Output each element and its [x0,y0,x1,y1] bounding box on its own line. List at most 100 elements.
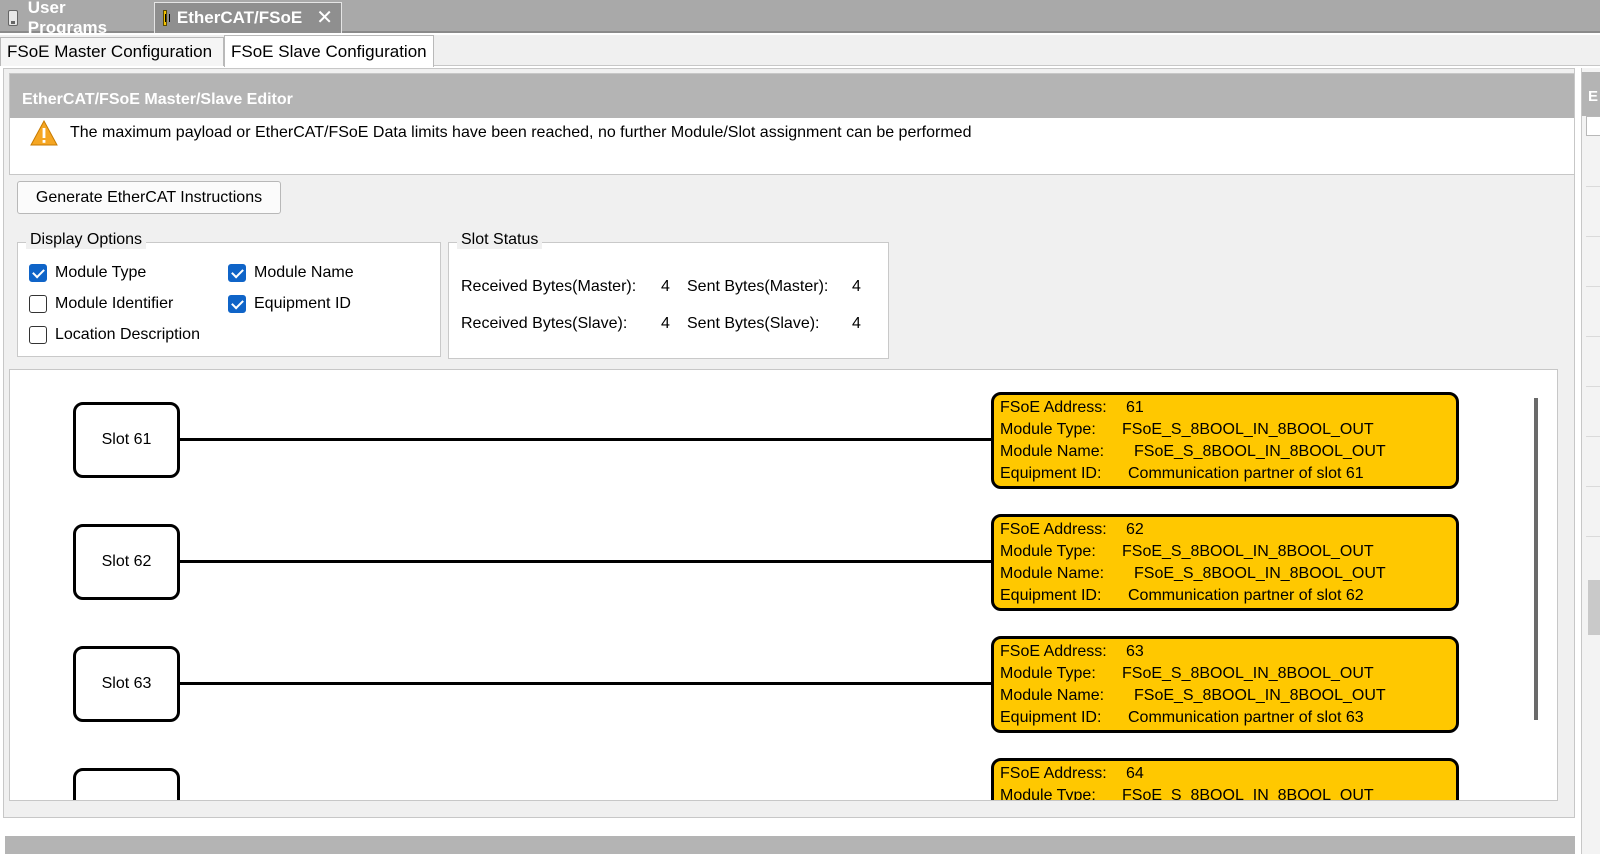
address-label: FSoE Address: [1000,399,1107,416]
checkbox-label: Equipment ID [254,295,351,312]
received-bytes-slave-label: Received Bytes(Slave): [461,315,628,332]
module-type-row: Module Type: FSoE_S_8BOOL_IN_8BOOL_OUT [1000,541,1450,563]
name-label: Module Name: [1000,687,1105,704]
checkbox-label: Location Description [55,326,200,343]
module-address-row: FSoE Address: 64 [1000,763,1450,785]
connection-line [180,682,992,685]
tab-label: EtherCAT/FSoE [176,8,303,27]
divider [1586,186,1600,187]
name-value: FSoE_S_8BOOL_IN_8BOOL_OUT [1134,687,1386,704]
type-value: FSoE_S_8BOOL_IN_8BOOL_OUT [1122,543,1374,560]
slot-box[interactable]: Slot 62 [73,524,180,600]
equipment-id-row: Equipment ID: Communication partner of sl… [1000,707,1450,729]
checkbox-location-description[interactable]: Location Description [29,326,200,344]
display-options-legend: Display Options [26,231,147,249]
right-panel-title: E [1582,72,1600,116]
tab-fsoe-master-configuration[interactable]: FSoE Master Configuration [0,37,224,66]
slot-box[interactable] [73,768,180,800]
equipment-label: Equipment ID: [1000,709,1102,726]
checkbox-module-identifier[interactable]: Module Identifier [29,295,173,313]
address-label: FSoE Address: [1000,643,1107,660]
checkbox-equipment-id[interactable]: Equipment ID [228,295,351,313]
equipment-value: Communication partner of slot 63 [1128,709,1364,726]
name-label: Module Name: [1000,443,1105,460]
equipment-label: Equipment ID: [1000,587,1102,604]
bottom-panel-header [5,836,1575,854]
checkbox-label: Module Identifier [55,295,174,312]
module-box[interactable]: FSoE Address: 62 Module Type: FSoE_S_8BOOL… [991,514,1459,611]
sent-bytes-master-label: Sent Bytes(Master): [687,278,829,295]
module-name-row: Module Name: FSoE_S_8BOOL_IN_8BOOL_OUT [1000,441,1450,463]
module-address-row: FSoE Address: 62 [1000,519,1450,541]
divider [1586,386,1600,387]
editor-header: EtherCAT/FSoE Master/Slave Editor The ma… [9,73,1575,175]
name-label: Module Name: [1000,565,1105,582]
slot-status-legend: Slot Status [457,231,543,249]
type-label: Module Type: [1000,543,1096,560]
slot-box[interactable]: Slot 63 [73,646,180,722]
tab-ethercat-fsoe[interactable]: EtherCAT/FSoE ✕ [154,2,342,33]
editor-panel: EtherCAT/FSoE Master/Slave Editor The ma… [3,68,1575,818]
connection-line [180,560,992,563]
received-bytes-master-label: Received Bytes(Master): [461,278,637,295]
tab-fsoe-slave-configuration[interactable]: FSoE Slave Configuration [224,35,434,67]
equipment-value: Communication partner of slot 62 [1128,587,1364,604]
module-type-row: Module Type: FSoE_S_8BOOL_IN_8BOOL_OUT [1000,663,1450,685]
warning-message: The maximum payload or EtherCAT/FSoE Dat… [10,118,1574,148]
right-panel-field[interactable] [1586,116,1600,136]
address-value: 64 [1126,765,1144,782]
checkbox-label: Module Name [254,264,354,281]
type-value: FSoE_S_8BOOL_IN_8BOOL_OUT [1122,787,1374,801]
address-label: FSoE Address: [1000,765,1107,782]
address-value: 61 [1126,399,1144,416]
module-type-row: Module Type: FSoE_S_8BOOL_IN_8BOOL_OUT [1000,785,1450,801]
editor-title: EtherCAT/FSoE Master/Slave Editor [10,74,1574,118]
address-label: FSoE Address: [1000,521,1107,538]
divider [1586,236,1600,237]
right-side-panel: E [1581,68,1600,854]
connection-line [180,438,992,441]
module-name-row: Module Name: FSoE_S_8BOOL_IN_8BOOL_OUT [1000,563,1450,585]
diagram-scrollbar[interactable] [1534,398,1538,720]
checkbox-module-type[interactable]: Module Type [29,264,146,282]
sub-tab-bar: FSoE Master Configuration FSoE Slave Con… [0,35,1600,67]
checkbox-module-name[interactable]: Module Name [228,264,354,282]
tab-label: User Programs [27,0,108,37]
checkbox-icon[interactable] [29,264,47,282]
close-icon[interactable]: ✕ [316,8,333,28]
name-value: FSoE_S_8BOOL_IN_8BOOL_OUT [1134,443,1386,460]
slot-box[interactable]: Slot 61 [73,402,180,478]
sent-bytes-master-value: 4 [852,278,861,295]
slot-status-group: Slot Status Received Bytes(Master): 4 Se… [448,231,889,359]
type-label: Module Type: [1000,421,1096,438]
generate-ethercat-instructions-button[interactable]: Generate EtherCAT Instructions [17,181,281,214]
sent-bytes-slave-label: Sent Bytes(Slave): [687,315,820,332]
checkbox-icon[interactable] [228,295,246,313]
module-box[interactable]: FSoE Address: 63 Module Type: FSoE_S_8BOOL… [991,636,1459,733]
received-bytes-slave-value: 4 [661,315,670,332]
module-address-row: FSoE Address: 61 [1000,397,1450,419]
ethercat-icon [163,10,170,26]
sent-bytes-slave-value: 4 [852,315,861,332]
checkbox-icon[interactable] [29,326,47,344]
divider [1586,336,1600,337]
slot-diagram: Slot 61 FSoE Address: 61 Module Type: FSoE… [9,369,1558,801]
equipment-id-row: Equipment ID: Communication partner of sl… [1000,585,1450,607]
tab-user-programs[interactable]: User Programs [0,0,154,37]
divider [1586,486,1600,487]
module-box[interactable]: FSoE Address: 61 Module Type: FSoE_S_8BOOL… [991,392,1459,489]
divider [1586,536,1600,537]
address-value: 63 [1126,643,1144,660]
type-label: Module Type: [1000,665,1096,682]
type-label: Module Type: [1000,787,1096,801]
checkbox-label: Module Type [55,264,147,281]
document-tab-bar: User Programs EtherCAT/FSoE ✕ [0,0,1600,37]
right-panel-scrollbar[interactable] [1588,580,1600,635]
type-value: FSoE_S_8BOOL_IN_8BOOL_OUT [1122,421,1374,438]
module-box[interactable]: FSoE Address: 64 Module Type: FSoE_S_8BOOL… [991,758,1459,801]
received-bytes-master-value: 4 [661,278,670,295]
checkbox-icon[interactable] [228,264,246,282]
display-options-group: Display Options Module Type Module Name … [17,231,441,357]
module-address-row: FSoE Address: 63 [1000,641,1450,663]
checkbox-icon[interactable] [29,295,47,313]
